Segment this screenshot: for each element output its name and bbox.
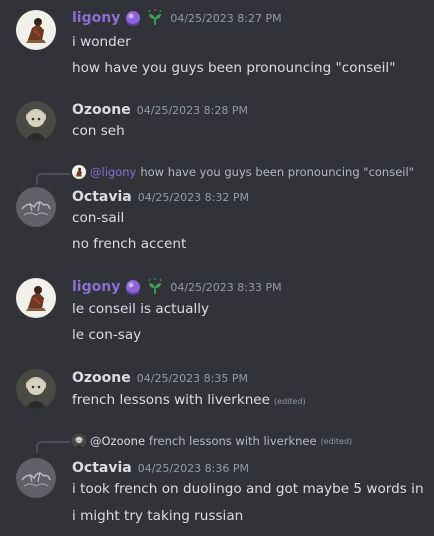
message-text: le conseil is actually xyxy=(72,301,210,317)
sprout-icon[interactable] xyxy=(146,8,164,27)
message-text: le con-say xyxy=(72,327,142,343)
timestamp[interactable]: 04/25/2023 8:35 PM xyxy=(137,372,248,385)
edited-label: (edited) xyxy=(274,397,306,406)
avatar[interactable] xyxy=(16,187,56,227)
avatar[interactable] xyxy=(16,278,56,318)
reply-text[interactable]: how have you guys been pronouncing "cons… xyxy=(140,165,414,179)
author-name[interactable]: Ozoone xyxy=(72,370,131,386)
message-text: con seh xyxy=(72,123,125,139)
avatar[interactable] xyxy=(16,10,56,50)
avatar[interactable] xyxy=(16,369,56,409)
sprout-icon[interactable] xyxy=(146,277,164,296)
message-text: i took french on duolingo and got maybe … xyxy=(72,481,424,497)
reply-spine xyxy=(36,441,70,453)
avatar[interactable] xyxy=(16,101,56,141)
author-name[interactable]: Octavia xyxy=(72,460,132,476)
crystal-ball-icon[interactable] xyxy=(124,9,142,27)
author-name[interactable]: Ozoone xyxy=(72,102,131,118)
message-body: french lessons with liverknee xyxy=(72,392,271,408)
message-text: i wonder xyxy=(72,34,131,50)
avatar xyxy=(72,165,86,179)
timestamp[interactable]: 04/25/2023 8:28 PM xyxy=(137,104,248,117)
timestamp[interactable]: 04/25/2023 8:33 PM xyxy=(170,281,281,294)
reply-author[interactable]: @Ozoone xyxy=(90,434,145,448)
message-text: french lessons with liverknee (edited) xyxy=(72,390,306,412)
timestamp[interactable]: 04/25/2023 8:27 PM xyxy=(170,12,281,25)
timestamp[interactable]: 04/25/2023 8:36 PM xyxy=(138,462,249,475)
message-text: no french accent xyxy=(72,236,187,252)
reply-preview[interactable]: @Ozoone french lessons with liverknee (e… xyxy=(72,433,352,449)
author-name[interactable]: Octavia xyxy=(72,189,132,205)
message-text: i might try taking russian xyxy=(72,508,244,524)
avatar[interactable] xyxy=(16,458,56,498)
crystal-ball-icon[interactable] xyxy=(124,278,142,296)
author-name[interactable]: ligony xyxy=(72,279,120,295)
message-text: how have you guys been pronouncing "cons… xyxy=(72,60,396,76)
author-name[interactable]: ligony xyxy=(72,10,120,26)
reply-author[interactable]: @ligony xyxy=(90,165,136,179)
avatar xyxy=(72,434,86,448)
reply-text[interactable]: french lessons with liverknee xyxy=(149,434,317,448)
reply-spine xyxy=(36,173,70,185)
edited-label: (edited) xyxy=(320,436,353,446)
timestamp[interactable]: 04/25/2023 8:32 PM xyxy=(138,191,249,204)
message-text: con-sail xyxy=(72,210,125,226)
reply-preview[interactable]: @ligony how have you guys been pronounci… xyxy=(72,164,414,180)
